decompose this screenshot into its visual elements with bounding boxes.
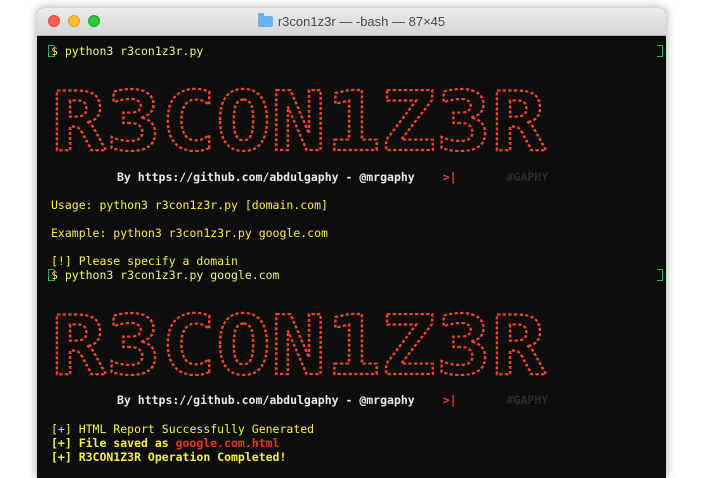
- cursor-mark: >|: [442, 393, 457, 407]
- error-line: [!] Please specify a domain: [51, 254, 238, 268]
- window-title: r3con1z3r — -bash — 87×45: [37, 13, 666, 29]
- window-title-text: r3con1z3r — -bash — 87×45: [277, 14, 446, 29]
- command-line: $ python3 r3con1z3r.py google.com: [51, 268, 280, 282]
- byline: By https://github.com/abdulgaphy - @mrga…: [117, 393, 548, 407]
- title-bar[interactable]: r3con1z3r — -bash — 87×45: [37, 8, 666, 36]
- saved-filename: google.com.html: [175, 436, 280, 450]
- report-line: [+] HTML Report Successfully Generated: [51, 422, 315, 436]
- mark-bracket-right: [657, 269, 663, 281]
- command-line: $ python3 r3con1z3r.py: [51, 44, 204, 58]
- saved-prefix: [+] File saved as: [51, 436, 176, 450]
- gaphy-tag: #GAPHY: [506, 393, 549, 407]
- ascii-banner: R3CON1Z3R: [51, 308, 548, 384]
- usage-line: Usage: python3 r3con1z3r.py [domain.com]: [51, 198, 328, 212]
- terminal-window[interactable]: r3con1z3r — -bash — 87×45 $ python3 r3co…: [37, 8, 666, 478]
- banner-text: R3CON1Z3R: [51, 84, 547, 160]
- byline-text: By https://github.com/abdulgaphy - @mrga…: [117, 393, 415, 407]
- mark-bracket-right: [657, 45, 663, 57]
- folder-icon: [257, 13, 273, 27]
- byline-text: By https://github.com/abdulgaphy - @mrga…: [117, 170, 415, 184]
- completed-line: [+] R3CON1Z3R Operation Completed!: [51, 450, 287, 464]
- cursor-mark: >|: [442, 170, 457, 184]
- example-line: Example: python3 r3con1z3r.py google.com: [51, 226, 328, 240]
- saved-line: [+] File saved as google.com.html: [51, 436, 279, 450]
- ascii-banner: R3CON1Z3R: [51, 84, 548, 160]
- byline: By https://github.com/abdulgaphy - @mrga…: [117, 170, 548, 184]
- terminal-output[interactable]: $ python3 r3con1z3r.py R3CON1Z3R By http…: [37, 36, 666, 478]
- gaphy-tag: #GAPHY: [506, 170, 549, 184]
- banner-text: R3CON1Z3R: [51, 308, 547, 384]
